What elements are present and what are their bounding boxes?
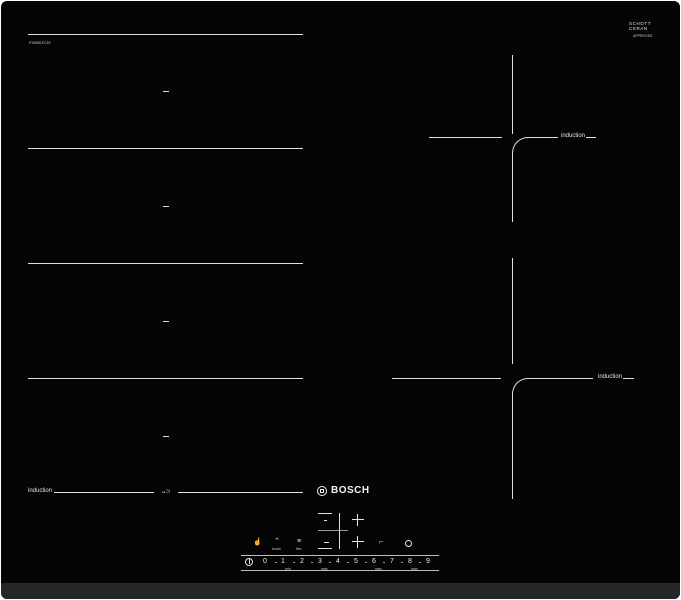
scale-dot [401, 562, 403, 563]
brand-name: BOSCH [331, 485, 370, 496]
frying-sensor-button[interactable]: ⌐ [379, 539, 383, 546]
right-top-line-connector [552, 137, 558, 138]
boost-icon: ⌃ [274, 538, 280, 545]
scale-number[interactable]: 1 [281, 558, 285, 566]
right-top-line-tail [586, 137, 596, 138]
right-bottom-vertical-upper [512, 258, 513, 364]
zone-center-mark [163, 321, 169, 322]
flex-zone-line [178, 492, 303, 493]
right-top-zone-curve [512, 137, 553, 222]
scale-dot [383, 562, 385, 563]
scale-number[interactable]: 3 [318, 558, 322, 566]
left-induction-line [54, 492, 154, 493]
child-lock-button[interactable]: ☝ [253, 539, 262, 546]
timer-clock-icon[interactable] [405, 540, 412, 547]
flex-zone-icon: ᴗ⊃ [162, 489, 171, 495]
logo-line2: CERAN [629, 26, 648, 31]
boost-label: boost [272, 547, 281, 551]
power-plus-icon[interactable] [352, 536, 364, 548]
zone-center-mark [163, 91, 169, 92]
scale-dot [365, 562, 367, 563]
zone-divider-1 [28, 34, 303, 35]
logo-subtext: APPROVED [633, 34, 653, 38]
scale-sublabel: min [285, 567, 291, 571]
right-bottom-horizontal-left [392, 378, 501, 379]
zone-center-mark [163, 206, 169, 207]
scale-dot [311, 562, 313, 563]
zone-center-mark [163, 436, 169, 437]
timer-plus-icon[interactable] [352, 514, 364, 526]
panel-mark-bottom [318, 548, 332, 549]
scale-dot [347, 562, 349, 563]
panel-vertical-divider [339, 513, 340, 549]
flex-label: flex [296, 547, 302, 551]
scale-dot [419, 562, 421, 563]
hand-icon: ☝ [253, 539, 262, 546]
scale-number[interactable]: 8 [408, 558, 412, 566]
scale-sublabel: max [321, 567, 328, 571]
right-top-vertical-upper [512, 55, 513, 134]
right-top-induction-label: induction [561, 133, 586, 139]
right-bottom-line-tail [623, 378, 634, 379]
boost-button[interactable]: ⌃ [274, 538, 280, 545]
flex-button[interactable]: ≡ [297, 538, 301, 545]
panel-minus-lower [324, 542, 329, 543]
cooktop-surface: SCHOTT CERAN APPROVED PXE651FC1E inducti… [1, 1, 680, 599]
scale-dot [293, 562, 295, 563]
panel-dotted-divider [318, 530, 348, 531]
scale-number[interactable]: 2 [300, 558, 304, 566]
panel-mark-top [318, 513, 332, 514]
zone-divider-4 [28, 378, 303, 379]
zone-divider-2 [28, 148, 303, 149]
scale-number[interactable]: 7 [390, 558, 394, 566]
pan-icon: ⌐ [379, 539, 384, 546]
scale-sublabel: max [375, 567, 382, 571]
scale-number[interactable]: 5 [354, 558, 358, 566]
zone-divider-3 [28, 263, 303, 264]
scale-number[interactable]: 4 [336, 558, 340, 566]
bosch-armature-icon [317, 485, 327, 496]
scale-dot [329, 562, 331, 563]
panel-minus-upper [324, 520, 327, 521]
scale-number[interactable]: 0 [263, 558, 267, 566]
power-level-slider[interactable]: 0 1 2 3 4 5 6 7 8 9 [241, 555, 439, 571]
scale-number[interactable]: 6 [372, 558, 376, 566]
right-bottom-zone-curve [512, 378, 593, 499]
left-induction-label: induction [28, 488, 53, 494]
right-bottom-induction-label: induction [598, 374, 623, 380]
scale-number[interactable]: 9 [426, 558, 430, 566]
schott-ceran-logo: SCHOTT CERAN [629, 21, 651, 31]
right-top-horizontal-left [429, 137, 502, 138]
scale-dot [275, 562, 277, 563]
bosch-logo: BOSCH [317, 485, 370, 496]
scale-sublabel: max [411, 567, 418, 571]
flex-icon: ≡ [297, 538, 302, 545]
hob-frame-edge [1, 583, 680, 599]
model-code: PXE651FC1E [29, 41, 51, 45]
